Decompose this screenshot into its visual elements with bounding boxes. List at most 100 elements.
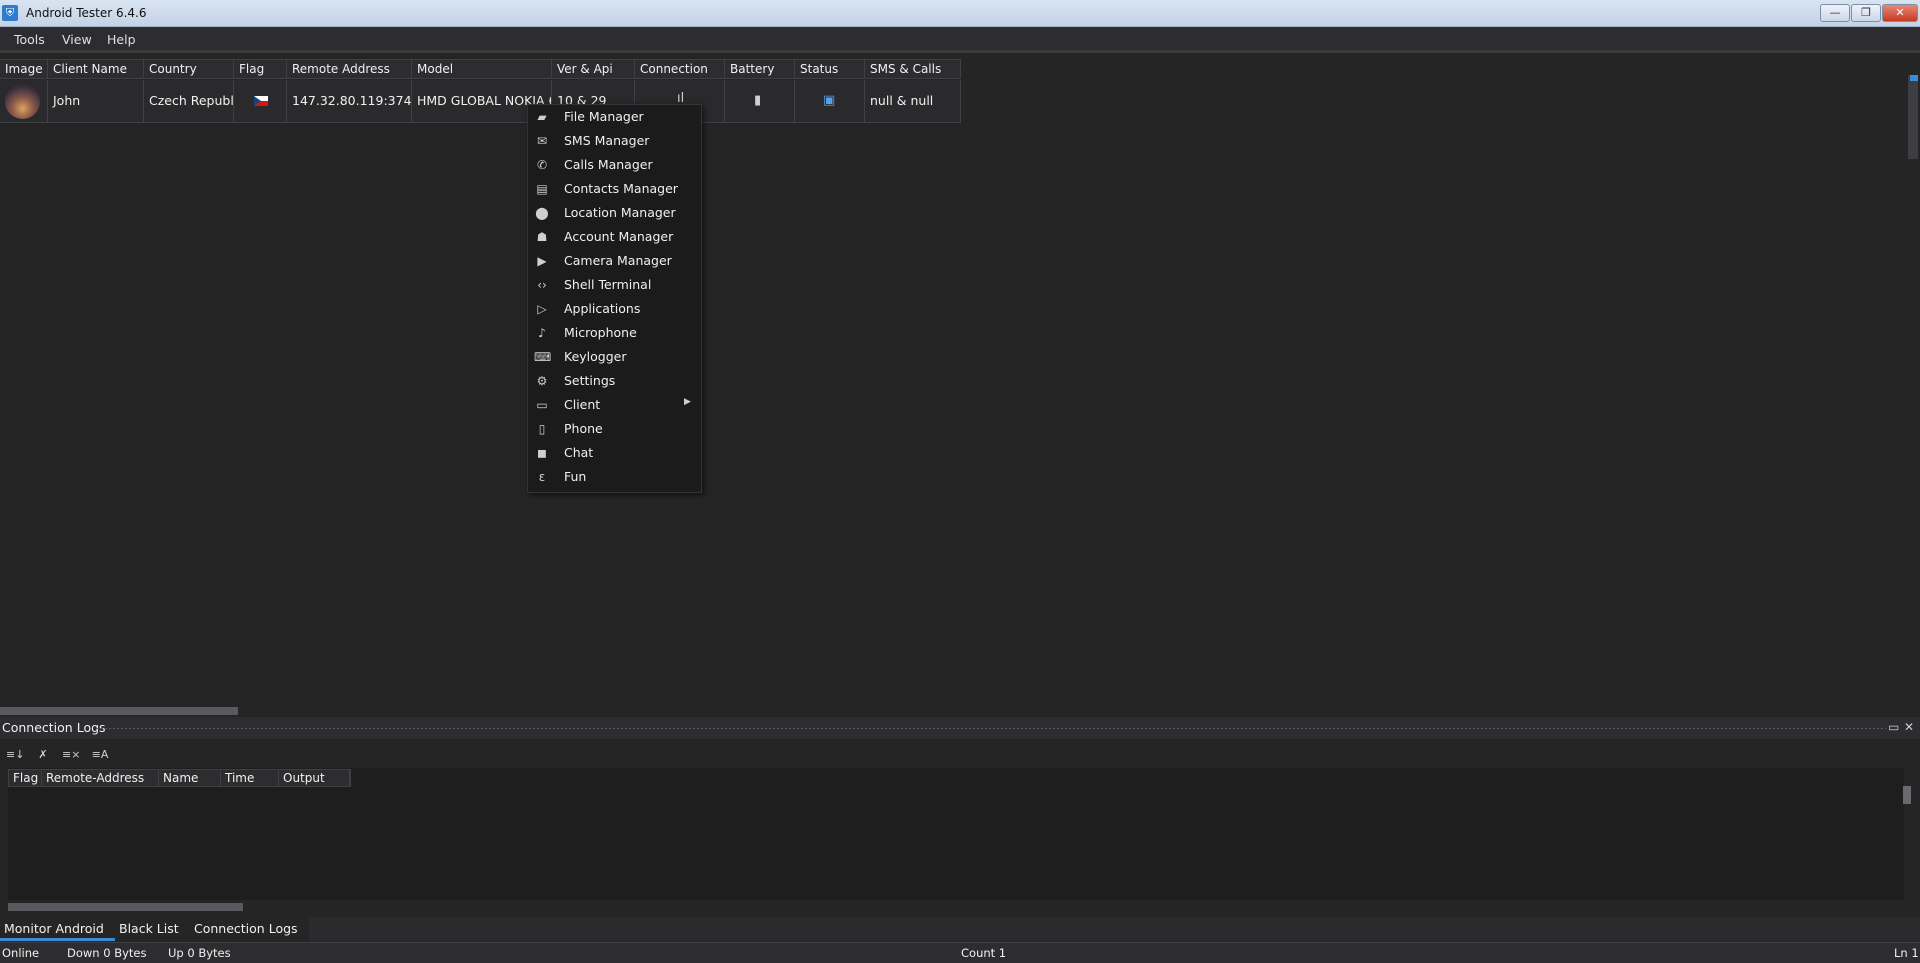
menu-item-label: File Manager bbox=[564, 109, 644, 124]
user-icon: ☗ bbox=[536, 230, 548, 244]
menu-item-label: Location Manager bbox=[564, 205, 676, 220]
status-line: Ln 1 bbox=[1894, 946, 1919, 960]
menu-item-sms-manager[interactable]: ✉ SMS Manager bbox=[528, 129, 701, 153]
menu-item-microphone[interactable]: ♪ Microphone bbox=[528, 321, 701, 345]
menu-item-phone[interactable]: ▯ Phone bbox=[528, 417, 701, 441]
sort-icon[interactable]: ≡↓ bbox=[6, 748, 24, 764]
menu-item-keylogger[interactable]: ⌨ Keylogger bbox=[528, 345, 701, 369]
menu-item-location-manager[interactable]: ⬤ Location Manager bbox=[528, 201, 701, 225]
status-bar: Online Down 0 Bytes Up 0 Bytes Count 1 L… bbox=[0, 942, 1920, 963]
logs-col-output[interactable]: Output bbox=[279, 770, 350, 786]
menu-item-label: Keylogger bbox=[564, 349, 627, 364]
device-status-icon: ▣ bbox=[823, 93, 836, 108]
col-flag[interactable]: Flag bbox=[234, 60, 287, 79]
menu-item-file-manager[interactable]: ▰ File Manager bbox=[528, 105, 701, 129]
monitor-icon: ▭ bbox=[536, 398, 548, 412]
menu-item-settings[interactable]: ⚙ Settings bbox=[528, 369, 701, 393]
menu-item-shell-terminal[interactable]: ‹› Shell Terminal bbox=[528, 273, 701, 297]
clear-all-icon[interactable]: ≡× bbox=[62, 748, 80, 764]
czech-flag-icon bbox=[254, 96, 268, 106]
logs-col-name[interactable]: Name bbox=[159, 770, 221, 786]
remote-address-cell: 147.32.80.119:37451 bbox=[287, 80, 412, 122]
logs-toolbar: ≡↓ ✗ ≡× ≡A bbox=[0, 745, 200, 767]
logs-table-header: Flag Remote-Address Name Time Output bbox=[8, 769, 351, 787]
menu-item-label: Contacts Manager bbox=[564, 181, 678, 196]
logs-vertical-scrollbar[interactable] bbox=[1903, 786, 1911, 804]
logs-col-time[interactable]: Time bbox=[221, 770, 279, 786]
panel-grip[interactable] bbox=[96, 727, 1886, 730]
menu-item-label: Account Manager bbox=[564, 229, 674, 244]
menu-item-label: Applications bbox=[564, 301, 641, 316]
close-button[interactable]: ✕ bbox=[1882, 4, 1918, 22]
menu-item-label: Shell Terminal bbox=[564, 277, 652, 292]
menu-item-label: Client bbox=[564, 397, 601, 412]
maximize-panel-icon[interactable]: ▭ bbox=[1888, 720, 1899, 734]
keyboard-icon: ⌨ bbox=[534, 350, 552, 364]
logs-panel-title: Connection Logs bbox=[2, 720, 106, 735]
col-model[interactable]: Model bbox=[412, 60, 552, 79]
close-panel-icon[interactable]: ✕ bbox=[1904, 720, 1914, 734]
microphone-icon: ♪ bbox=[538, 326, 546, 340]
col-ver-api[interactable]: Ver & Api bbox=[552, 60, 635, 79]
phone-handset-icon: ✆ bbox=[536, 158, 548, 172]
col-country[interactable]: Country bbox=[144, 60, 234, 79]
tab-monitor-android[interactable]: Monitor Android bbox=[0, 917, 115, 941]
menu-item-label: Camera Manager bbox=[564, 253, 672, 268]
logs-horizontal-scrollbar[interactable] bbox=[8, 903, 243, 911]
logs-col-remote-address[interactable]: Remote-Address bbox=[42, 770, 159, 786]
menu-item-label: Fun bbox=[564, 469, 587, 484]
scroll-indicator bbox=[1910, 75, 1918, 81]
col-sms-calls[interactable]: SMS & Calls bbox=[865, 60, 961, 79]
tab-black-list[interactable]: Black List bbox=[115, 917, 190, 941]
menu-item-fun[interactable]: ɛ Fun bbox=[528, 465, 701, 489]
logs-col-flag[interactable]: Flag bbox=[9, 770, 42, 786]
menu-item-chat[interactable]: ◼ Chat bbox=[528, 441, 701, 465]
envelope-icon: ✉ bbox=[536, 134, 548, 148]
chat-bubble-icon: ◼ bbox=[537, 446, 547, 460]
logs-panel-header: Connection Logs ▭ ✕ bbox=[0, 717, 1920, 739]
menu-item-calls-manager[interactable]: ✆ Calls Manager bbox=[528, 153, 701, 177]
tabs-filler bbox=[309, 917, 1920, 941]
app-shield-icon: ⛨ bbox=[2, 5, 18, 21]
menu-tools[interactable]: Tools bbox=[8, 30, 51, 49]
menu-item-camera-manager[interactable]: ▶ Camera Manager bbox=[528, 249, 701, 273]
clients-grid: Image Client Name Country Flag Remote Ad… bbox=[0, 59, 961, 124]
restore-button[interactable]: ❐ bbox=[1851, 4, 1881, 22]
grid-vertical-scrollbar[interactable] bbox=[1908, 75, 1918, 159]
status-up: Up 0 Bytes bbox=[168, 946, 231, 960]
tab-connection-logs[interactable]: Connection Logs bbox=[190, 917, 309, 941]
export-log-icon[interactable]: ≡A bbox=[91, 748, 109, 764]
grid-horizontal-scrollbar[interactable] bbox=[0, 707, 238, 715]
gear-icon: ⚙ bbox=[536, 374, 548, 388]
col-status[interactable]: Status bbox=[795, 60, 865, 79]
col-image[interactable]: Image bbox=[0, 60, 48, 79]
menu-bar: Tools View Help bbox=[0, 27, 1920, 53]
menu-item-label: Settings bbox=[564, 373, 616, 388]
menu-item-label: Microphone bbox=[564, 325, 637, 340]
col-client-name[interactable]: Client Name bbox=[48, 60, 144, 79]
bottom-tabs: Monitor Android Black List Connection Lo… bbox=[0, 917, 1920, 941]
battery-cell: ▮ bbox=[725, 80, 795, 122]
col-connection[interactable]: Connection bbox=[635, 60, 725, 79]
flag-cell bbox=[234, 80, 287, 122]
menu-item-label: Chat bbox=[564, 445, 594, 460]
client-context-menu: ▰ File Manager ✉ SMS Manager ✆ Calls Man… bbox=[527, 104, 702, 493]
fun-icon: ɛ bbox=[538, 470, 546, 484]
menu-view[interactable]: View bbox=[56, 30, 98, 49]
minimize-button[interactable]: — bbox=[1820, 4, 1850, 22]
clear-selected-icon[interactable]: ✗ bbox=[34, 748, 52, 764]
menu-item-applications[interactable]: ▷ Applications bbox=[528, 297, 701, 321]
table-row[interactable]: John Czech Republic 147.32.80.119:37451 … bbox=[0, 80, 961, 123]
menu-item-label: SMS Manager bbox=[564, 133, 650, 148]
menu-item-label: Phone bbox=[564, 421, 603, 436]
menu-item-account-manager[interactable]: ☗ Account Manager bbox=[528, 225, 701, 249]
menu-help[interactable]: Help bbox=[101, 30, 142, 49]
window-title: Android Tester 6.4.6 bbox=[26, 6, 147, 20]
menu-item-contacts-manager[interactable]: ▤ Contacts Manager bbox=[528, 177, 701, 201]
client-name-cell: John bbox=[48, 80, 144, 122]
col-remote-address[interactable]: Remote Address bbox=[287, 60, 412, 79]
logs-table bbox=[8, 768, 1904, 900]
col-battery[interactable]: Battery bbox=[725, 60, 795, 79]
window-titlebar: ⛨ Android Tester 6.4.6 — ❐ ✕ bbox=[0, 0, 1920, 27]
menu-item-client[interactable]: ▭ Client ▶ bbox=[528, 393, 701, 417]
